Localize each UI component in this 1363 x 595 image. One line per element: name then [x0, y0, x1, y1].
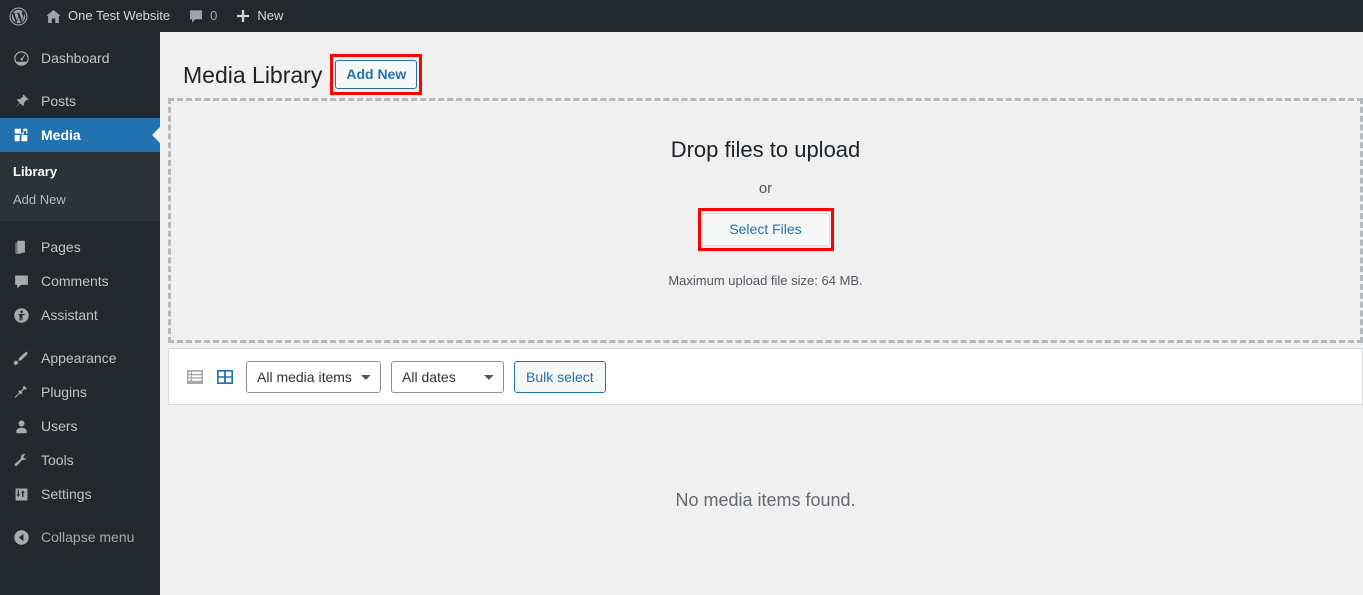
sidebar-item-label: Appearance — [41, 350, 117, 366]
dropzone-inner: Drop files to upload or Select Files Max… — [171, 101, 1360, 290]
home-icon — [45, 8, 62, 25]
sidebar-item-assistant[interactable]: Assistant — [0, 298, 160, 332]
sidebar-item-label: Assistant — [41, 307, 98, 323]
sidebar-item-dashboard[interactable]: Dashboard — [0, 41, 160, 75]
main-content: Media Library Add New Drop files to uplo… — [160, 32, 1363, 595]
sidebar-item-label: Media — [41, 127, 81, 143]
admin-sidebar: Dashboard Posts Media Library Add New Pa… — [0, 32, 160, 595]
list-view-icon[interactable] — [183, 365, 206, 388]
menu-spacer-1 — [0, 75, 160, 84]
sidebar-item-label: Posts — [41, 93, 77, 109]
drop-files-title: Drop files to upload — [670, 137, 861, 162]
sidebar-item-label: Pages — [41, 239, 81, 255]
sidebar-item-users[interactable]: Users — [0, 409, 160, 443]
media-submenu: Library Add New — [0, 152, 160, 221]
submenu-item-add-new[interactable]: Add New — [0, 186, 160, 214]
menu-spacer-4 — [0, 511, 160, 520]
wrench-icon — [11, 450, 31, 470]
collapse-menu-label: Collapse menu — [41, 529, 135, 545]
media-icon — [11, 125, 31, 145]
max-upload-size-text: Maximum upload file size: 64 MB. — [668, 272, 863, 288]
submenu-item-library[interactable]: Library — [0, 158, 160, 186]
collapse-arrow-left-icon — [11, 527, 31, 547]
new-content-menu[interactable]: New — [226, 0, 292, 32]
page-title: Media Library — [183, 62, 323, 88]
sidebar-item-settings[interactable]: Settings — [0, 477, 160, 511]
page-header: Media Library Add New — [160, 32, 1363, 96]
wordpress-logo-menu[interactable] — [0, 0, 36, 32]
add-new-button[interactable]: Add New — [335, 60, 418, 90]
plug-icon — [11, 382, 31, 402]
grid-view-icon[interactable] — [213, 365, 236, 388]
add-new-wrapper: Add New — [330, 54, 423, 96]
sidebar-item-pages[interactable]: Pages — [0, 230, 160, 264]
media-toolbar: All media items All dates Bulk select — [168, 348, 1363, 405]
admin-bar: One Test Website 0 New — [0, 0, 1363, 32]
dashboard-icon — [11, 48, 31, 68]
menu-spacer-top — [0, 32, 160, 41]
sidebar-item-label: Settings — [41, 486, 92, 502]
pin-icon — [11, 91, 31, 111]
sidebar-item-label: Users — [41, 418, 78, 434]
comment-bubble-icon — [11, 271, 31, 291]
menu-spacer-2 — [0, 221, 160, 230]
sidebar-item-label: Tools — [41, 452, 74, 468]
paintbrush-icon — [11, 348, 31, 368]
user-icon — [11, 416, 31, 436]
pages-icon — [11, 237, 31, 257]
sidebar-item-comments[interactable]: Comments — [0, 264, 160, 298]
no-media-items-message: No media items found. — [675, 489, 856, 510]
bulk-select-button[interactable]: Bulk select — [514, 360, 606, 393]
sidebar-item-posts[interactable]: Posts — [0, 84, 160, 118]
collapse-menu-button[interactable]: Collapse menu — [0, 520, 160, 554]
media-type-filter-select[interactable]: All media items — [246, 360, 381, 393]
upload-dropzone[interactable]: Drop files to upload or Select Files Max… — [168, 98, 1363, 343]
select-files-button[interactable]: Select Files — [701, 212, 830, 246]
new-label: New — [257, 8, 284, 23]
site-name-label: One Test Website — [68, 8, 171, 23]
comments-menu[interactable]: 0 — [179, 0, 226, 32]
sidebar-item-label: Comments — [41, 273, 109, 289]
sidebar-item-label: Dashboard — [41, 50, 110, 66]
comments-count: 0 — [210, 8, 218, 23]
view-switcher — [183, 365, 236, 388]
sidebar-item-label: Plugins — [41, 384, 87, 400]
sidebar-item-plugins[interactable]: Plugins — [0, 375, 160, 409]
plus-icon — [235, 8, 251, 24]
select-files-wrapper: Select Files — [697, 207, 834, 251]
sidebar-item-media[interactable]: Media — [0, 118, 160, 152]
sidebar-item-appearance[interactable]: Appearance — [0, 341, 160, 375]
drop-or-text: or — [758, 179, 773, 197]
comment-bubble-icon — [188, 8, 204, 24]
sliders-icon — [11, 484, 31, 504]
menu-spacer-3 — [0, 332, 160, 341]
wordpress-logo-icon — [9, 6, 28, 26]
date-filter-select[interactable]: All dates — [391, 360, 504, 393]
site-name-menu[interactable]: One Test Website — [36, 0, 179, 32]
assistant-person-icon — [11, 305, 31, 325]
sidebar-item-tools[interactable]: Tools — [0, 443, 160, 477]
